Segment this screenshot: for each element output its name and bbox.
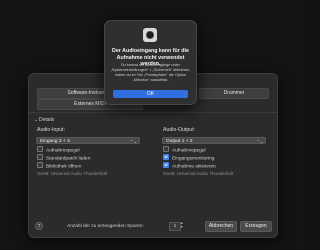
ok-button[interactable]: OK (113, 90, 188, 98)
help-button[interactable]: ? (35, 222, 43, 230)
drummer-button[interactable]: Drummer (199, 88, 269, 99)
input-checkbox-record-level[interactable]: Aufnahmepegel (37, 146, 80, 153)
output-checkbox-input-monitoring[interactable]: Eingangsmonitoring (163, 154, 214, 161)
divider (29, 112, 277, 113)
audio-output-value: Output 1 + 2 (166, 139, 193, 144)
cancel-button[interactable]: Abbrechen (205, 221, 237, 232)
output-checkbox-record-level[interactable]: Aufnahmepegel (163, 146, 206, 153)
checkbox[interactable] (163, 146, 169, 152)
audio-output-select[interactable]: Output 1 + 2 ⌃⌄ (162, 137, 266, 144)
details-label: Details (39, 117, 55, 123)
updown-arrows-icon: ⌃⌄ (130, 139, 137, 144)
stepper-arrows-icon[interactable]: ▲ ▼ (180, 221, 183, 229)
audio-input-label: Audio-Input: (37, 127, 65, 133)
checkbox-checked[interactable] (163, 162, 169, 168)
checkbox[interactable] (37, 154, 43, 160)
track-count-label: Anzahl der zu erzeugenden Spuren: (67, 224, 144, 229)
output-device-label: Gerät: Universal Audio Thunderbolt (163, 171, 234, 176)
create-button[interactable]: Erzeugen (240, 221, 272, 232)
checkbox-checked[interactable] (163, 154, 169, 160)
alert-message: Du kannst die Audioeingänge unter „Syste… (110, 63, 191, 82)
input-device-label: Gerät: Universal Audio Thunderbolt (37, 171, 108, 176)
details-toggle[interactable]: ⌄Details (34, 117, 54, 123)
audio-input-select[interactable]: Eingang 3 + 4 ⌃⌄ (36, 137, 140, 144)
audio-input-value: Eingang 3 + 4 (40, 139, 70, 144)
checkbox[interactable] (37, 146, 43, 152)
checkbox[interactable] (37, 162, 43, 168)
updown-arrows-icon: ⌃⌄ (256, 139, 263, 144)
input-checkbox-load-default-patch[interactable]: Standardpatch laden (37, 154, 90, 161)
audio-output-label: Audio-Output: (163, 127, 196, 133)
input-checkbox-open-library[interactable]: Bibliothek öffnen (37, 162, 81, 169)
output-checkbox-record-enable[interactable]: Aufnahme aktivieren (163, 162, 216, 169)
logic-app-icon (143, 28, 157, 42)
alert-dialog: Der Audioeingang kann für die Aufnahme n… (104, 20, 197, 105)
